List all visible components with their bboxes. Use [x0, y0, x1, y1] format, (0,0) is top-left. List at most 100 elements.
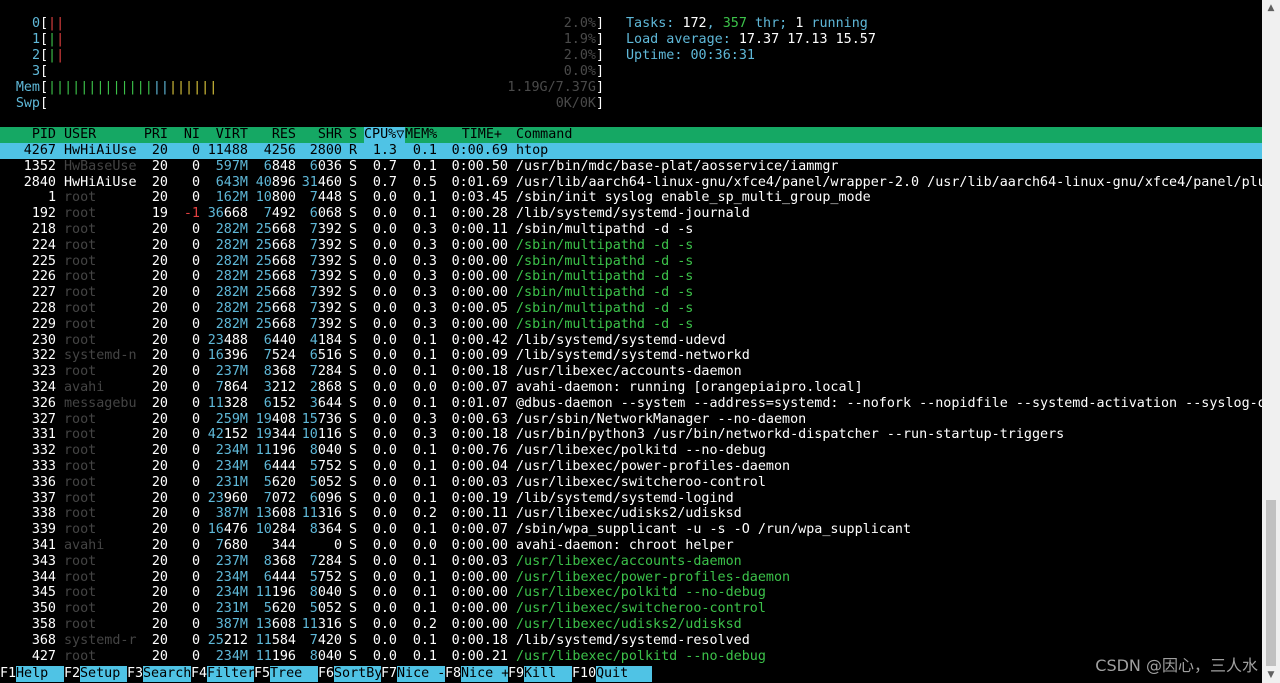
- table-row[interactable]: 368 systemd-r 20 0 25212 11584 7420 S 0.0 0.1 0:00…: [0, 633, 1262, 649]
- cell-virt: 282M: [215, 301, 248, 316]
- table-row[interactable]: 323 root 20 0 237M 8368 7284 S 0.0 0.1 0:00.18/usr…: [0, 364, 1262, 380]
- cell-cpu: 0.0: [372, 601, 397, 617]
- cell-virt: 11488: [207, 143, 248, 158]
- col-pid[interactable]: PID: [0, 127, 56, 143]
- cell-pri: 20: [151, 269, 168, 285]
- scroll-thumb[interactable]: [1266, 500, 1276, 666]
- cell-cpu: 0.0: [372, 395, 397, 411]
- scroll-down-arrow-icon[interactable]: ▼: [1262, 667, 1280, 683]
- fkey-f10[interactable]: F10: [572, 666, 596, 682]
- cell-cmd: /sbin/multipathd -d -s: [516, 301, 694, 316]
- fkey-label-quit[interactable]: Quit: [596, 666, 652, 682]
- fkey-label-nice-plus[interactable]: Nice +: [461, 666, 509, 682]
- table-row[interactable]: 327 root 20 0 259M 19408 15736 S 0.0 0.3 0:00.63/u…: [0, 412, 1262, 428]
- fkey-f9[interactable]: F9: [508, 666, 524, 682]
- fkey-f3[interactable]: F3: [127, 666, 143, 682]
- fkey-f4[interactable]: F4: [191, 666, 207, 682]
- fkey-f8[interactable]: F8: [445, 666, 461, 682]
- table-row[interactable]: 336 root 20 0 231M 5620 5052 S 0.0 0.1 0:00.03/usr…: [0, 475, 1262, 491]
- table-row[interactable]: 322 systemd-n 20 0 16396 7524 6516 S 0.0 0.1 0:00.…: [0, 348, 1262, 364]
- fkey-f2[interactable]: F2: [64, 666, 80, 682]
- table-row[interactable]: 1 root 20 0 162M 10800 7448 S 0.0 0.1 0:03.45/sbin…: [0, 190, 1262, 206]
- table-row[interactable]: 227 root 20 0 282M 25668 7392 S 0.0 0.3 0:00.00/sb…: [0, 285, 1262, 301]
- table-row[interactable]: 226 root 20 0 282M 25668 7392 S 0.0 0.3 0:00.00/sb…: [0, 269, 1262, 285]
- load-5: 17.13: [787, 32, 828, 47]
- meter-close-bracket: ]: [596, 80, 605, 95]
- table-row[interactable]: 339 root 20 0 16476 10284 8364 S 0.0 0.1 0:00.07/s…: [0, 522, 1262, 538]
- table-row[interactable]: 331 root 20 0 42152 19344 10116 S 0.0 0.3 0:00.18 /…: [0, 427, 1262, 443]
- col-cpu-sorted[interactable]: CPU%▽: [364, 127, 405, 143]
- table-row-selected[interactable]: 4267 HwHiAiUse 20 0 11488 4256 2800 R 1.3 0.1 0:00…: [0, 143, 1262, 159]
- table-row[interactable]: 230 root 20 0 23488 6440 4184 S 0.0 0.1 0:00.42/li…: [0, 333, 1262, 349]
- fkey-f7[interactable]: F7: [381, 666, 397, 682]
- cell-shr: 8040: [309, 443, 342, 459]
- fkey-label-help[interactable]: Help: [16, 666, 64, 682]
- table-row[interactable]: 224 root 20 0 282M 25668 7392 S 0.0 0.3 0:00.00/sb…: [0, 238, 1262, 254]
- col-command[interactable]: Command: [516, 127, 572, 143]
- cell-pri: 20: [151, 174, 168, 190]
- table-row[interactable]: 358 root 20 0 387M 13608 11316 S 0.0 0.2 0:00.00/u…: [0, 617, 1262, 633]
- col-ni[interactable]: NI: [172, 127, 200, 143]
- cell-mem: 0.5: [412, 174, 437, 190]
- table-row[interactable]: 1352 HwBaseUse 20 0 597M 6848 6036 S 0.7 0.1 0:00.…: [0, 159, 1262, 175]
- fkey-f5[interactable]: F5: [254, 666, 270, 682]
- fkey-f6[interactable]: F6: [318, 666, 334, 682]
- cell-s: S: [349, 427, 358, 443]
- fkey-label-setup[interactable]: Setup: [80, 666, 127, 682]
- meter-label: Mem: [15, 80, 40, 95]
- table-row[interactable]: 337 root 20 0 23960 7072 6096 S 0.0 0.1 0:00.19/li…: [0, 491, 1262, 507]
- table-row[interactable]: 350 root 20 0 231M 5620 5052 S 0.0 0.1 0:00.00/usr…: [0, 601, 1262, 617]
- col-shr[interactable]: SHR: [298, 127, 342, 143]
- load-average-line: Load average: 17.37 17.13 15.57: [626, 32, 876, 48]
- table-row[interactable]: 225 root 20 0 282M 25668 7392 S 0.0 0.3 0:00.00/sb…: [0, 254, 1262, 270]
- table-row[interactable]: 341 avahi 20 0 7680 344 0 S 0.0 0.0 0:00.00 avahi-d…: [0, 538, 1262, 554]
- table-row[interactable]: 229 root 20 0 282M 25668 7392 S 0.0 0.3 0:00.00/sb…: [0, 317, 1262, 333]
- cell-time: 0:00.11: [451, 222, 508, 237]
- table-row[interactable]: 326 messagebu 20 0 11328 6152 3644 S 0.0 0.1 0:01.…: [0, 396, 1262, 412]
- table-row[interactable]: 192 root 19 -1 36668 7492 6068 S 0.0 0.1 0:00.28/l…: [0, 206, 1262, 222]
- table-row[interactable]: 345 root 20 0 234M 11196 8040 S 0.0 0.1 0:00.00/us…: [0, 585, 1262, 601]
- fkey-label-filter[interactable]: Filter: [207, 666, 255, 682]
- cell-cmd: /lib/systemd/systemd-udevd: [516, 332, 726, 348]
- meter-close-bracket: ]: [596, 16, 605, 31]
- cell-ni: 0: [191, 553, 200, 569]
- cell-pid: 227: [31, 285, 56, 301]
- vertical-scrollbar[interactable]: ▲ ▼: [1262, 0, 1280, 683]
- table-row[interactable]: 2840 HwHiAiUse 20 0 643M 40896 31460 S 0.7 0.5 0:0…: [0, 175, 1262, 191]
- table-row[interactable]: 343 root 20 0 237M 8368 7284 S 0.0 0.1 0:00.03/usr…: [0, 554, 1262, 570]
- fkey-label-nice-minus[interactable]: Nice -: [397, 666, 445, 682]
- cell-ni: 0: [191, 427, 200, 443]
- cell-ni: 0: [191, 380, 200, 395]
- col-mem[interactable]: MEM%: [405, 127, 437, 143]
- cell-cpu: 0.0: [372, 269, 397, 285]
- cell-res: 25668: [255, 301, 296, 316]
- cell-s: S: [349, 158, 358, 174]
- table-row[interactable]: 218 root 20 0 282M 25668 7392 S 0.0 0.3 0:00.11/sb…: [0, 222, 1262, 238]
- table-row[interactable]: 427 root 20 0 234M 11196 8040 S 0.0 0.1 0:00.21/us…: [0, 649, 1262, 665]
- scroll-up-arrow-icon[interactable]: ▲: [1262, 0, 1280, 16]
- fkey-label-tree[interactable]: Tree: [270, 666, 318, 682]
- cell-cmd: /usr/libexec/switcheroo-control: [516, 474, 766, 490]
- table-row[interactable]: 332 root 20 0 234M 11196 8040 S 0.0 0.1 0:00.76/us…: [0, 443, 1262, 459]
- cell-pri: 20: [151, 380, 168, 395]
- table-row[interactable]: 228 root 20 0 282M 25668 7392 S 0.0 0.3 0:00.05/sb…: [0, 301, 1262, 317]
- fkey-label-sortby[interactable]: SortBy: [334, 666, 382, 682]
- col-time[interactable]: TIME+: [440, 127, 502, 143]
- col-virt[interactable]: VIRT: [200, 127, 248, 143]
- table-row[interactable]: 344 root 20 0 234M 6444 5752 S 0.0 0.1 0:00.00/usr…: [0, 570, 1262, 586]
- fkey-label-search[interactable]: Search: [143, 666, 191, 682]
- cell-cpu: 0.0: [372, 490, 397, 506]
- cell-user: root: [64, 553, 97, 569]
- table-row[interactable]: 324 avahi 20 0 7864 3212 2868 S 0.0 0.0 0:00.07 ava…: [0, 380, 1262, 396]
- fkey-f1[interactable]: F1: [0, 666, 16, 682]
- col-state[interactable]: S: [349, 127, 357, 143]
- table-row[interactable]: 338 root 20 0 387M 13608 11316 S 0.0 0.2 0:00.11/u…: [0, 506, 1262, 522]
- fkey-label-kill[interactable]: Kill: [524, 666, 572, 682]
- col-pri[interactable]: PRI: [136, 127, 168, 143]
- table-row[interactable]: 333 root 20 0 234M 6444 5752 S 0.0 0.1 0:00.04/usr…: [0, 459, 1262, 475]
- col-res[interactable]: RES: [250, 127, 296, 143]
- process-table-header: PID USER PRI NI VIRT RES SHR S CPU%▽ MEM…: [0, 127, 1262, 143]
- col-user[interactable]: USER: [64, 127, 96, 143]
- uptime-label: Uptime:: [626, 48, 691, 63]
- cell-ni: 0: [191, 301, 200, 316]
